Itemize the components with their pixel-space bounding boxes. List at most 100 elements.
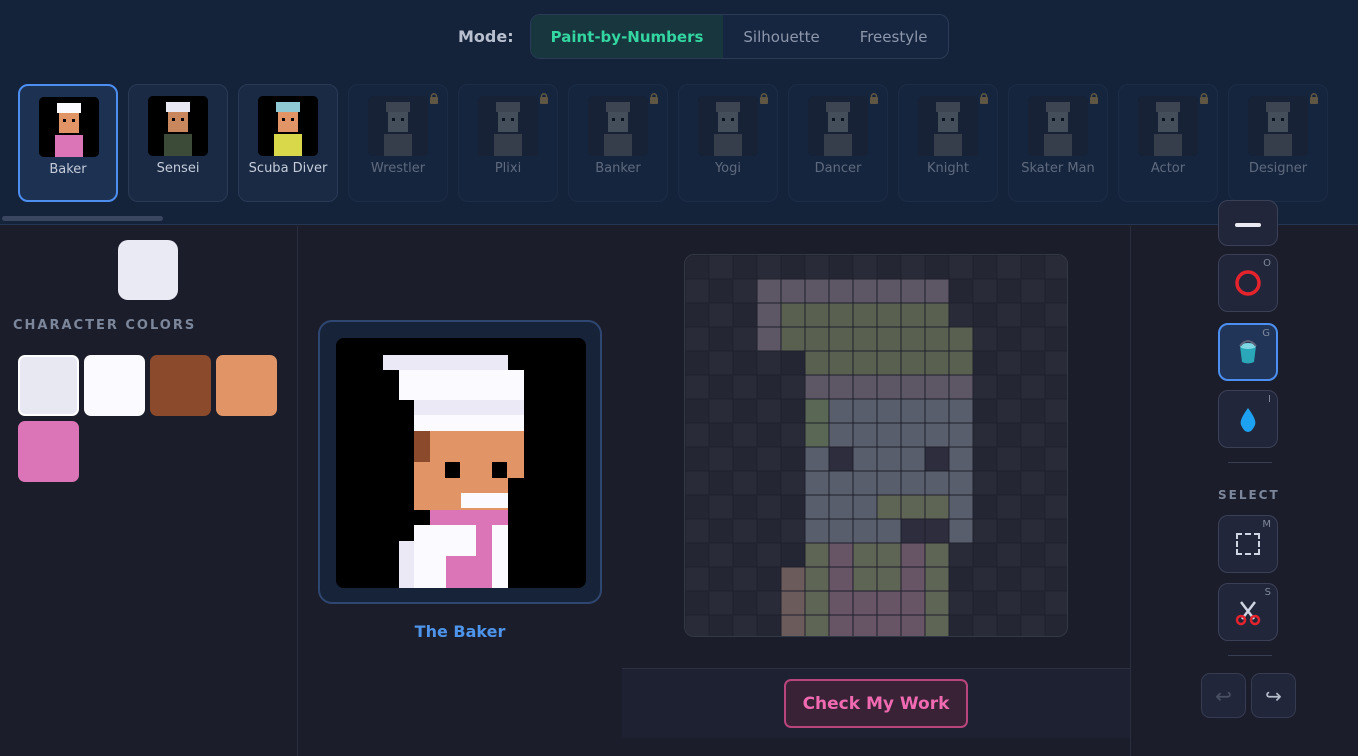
canvas-cell[interactable]	[877, 255, 901, 279]
canvas-cell[interactable]	[733, 471, 757, 495]
canvas-cell[interactable]	[709, 399, 733, 423]
canvas-cell[interactable]	[1021, 567, 1045, 591]
canvas-cell[interactable]	[1045, 303, 1068, 327]
canvas-cell[interactable]	[685, 615, 709, 637]
tool-marquee[interactable]: M	[1218, 515, 1278, 573]
character-card[interactable]: Dancer	[788, 84, 888, 202]
canvas-cell[interactable]	[973, 423, 997, 447]
canvas-cell[interactable]	[1021, 303, 1045, 327]
drawing-canvas[interactable]	[684, 254, 1068, 637]
canvas-cell[interactable]	[757, 447, 781, 471]
canvas-cell[interactable]	[709, 351, 733, 375]
canvas-cell[interactable]	[1021, 399, 1045, 423]
canvas-cell[interactable]	[1045, 615, 1068, 637]
canvas-cell[interactable]	[1045, 255, 1068, 279]
canvas-cell[interactable]	[997, 519, 1021, 543]
canvas-cell[interactable]	[757, 471, 781, 495]
canvas-cell[interactable]	[709, 375, 733, 399]
canvas-cell[interactable]	[709, 495, 733, 519]
canvas-cell[interactable]	[997, 279, 1021, 303]
canvas-cell[interactable]	[925, 447, 949, 471]
canvas-cell[interactable]	[757, 495, 781, 519]
canvas-cell[interactable]	[709, 447, 733, 471]
canvas-cell[interactable]	[997, 375, 1021, 399]
canvas-cell[interactable]	[781, 519, 805, 543]
canvas-cell[interactable]	[733, 351, 757, 375]
character-card[interactable]: Actor	[1118, 84, 1218, 202]
canvas-cell[interactable]	[973, 543, 997, 567]
canvas-cell[interactable]	[949, 255, 973, 279]
canvas-cell[interactable]	[685, 255, 709, 279]
canvas-cell[interactable]	[757, 399, 781, 423]
canvas-cell[interactable]	[997, 351, 1021, 375]
tool-cut[interactable]: S	[1218, 583, 1278, 641]
canvas-cell[interactable]	[1045, 471, 1068, 495]
canvas-cell[interactable]	[709, 471, 733, 495]
canvas-cell[interactable]	[781, 423, 805, 447]
canvas-cell[interactable]	[1045, 591, 1068, 615]
canvas-cell[interactable]	[949, 279, 973, 303]
palette-swatch[interactable]	[18, 421, 79, 482]
character-card[interactable]: Banker	[568, 84, 668, 202]
canvas-cell[interactable]	[685, 423, 709, 447]
canvas-cell[interactable]	[733, 327, 757, 351]
canvas-cell[interactable]	[781, 495, 805, 519]
canvas-cell[interactable]	[1045, 375, 1068, 399]
canvas-cell[interactable]	[925, 255, 949, 279]
canvas-cell[interactable]	[949, 543, 973, 567]
canvas-cell[interactable]	[853, 255, 877, 279]
canvas-cell[interactable]	[997, 543, 1021, 567]
canvas-cell[interactable]	[1021, 279, 1045, 303]
canvas-cell[interactable]	[949, 591, 973, 615]
canvas-cell[interactable]	[1045, 399, 1068, 423]
canvas-cell[interactable]	[949, 567, 973, 591]
character-card[interactable]: Plixi	[458, 84, 558, 202]
canvas-cell[interactable]	[1021, 327, 1045, 351]
canvas-cell[interactable]	[997, 303, 1021, 327]
canvas-cell[interactable]	[805, 375, 973, 399]
canvas-cell[interactable]	[781, 303, 949, 327]
canvas-cell[interactable]	[733, 543, 757, 567]
canvas-cell[interactable]	[1045, 279, 1068, 303]
canvas-cell[interactable]	[973, 327, 997, 351]
canvas-cell[interactable]	[1045, 519, 1068, 543]
canvas-cell[interactable]	[1021, 495, 1045, 519]
canvas-cell[interactable]	[1021, 447, 1045, 471]
canvas-cell[interactable]	[949, 303, 973, 327]
mode-freestyle[interactable]: Freestyle	[840, 15, 948, 58]
canvas-cell[interactable]	[733, 495, 757, 519]
canvas-cell[interactable]	[757, 591, 781, 615]
canvas-cell[interactable]	[877, 495, 949, 519]
canvas-cell[interactable]	[709, 567, 733, 591]
canvas-cell[interactable]	[685, 399, 709, 423]
canvas-cell[interactable]	[685, 327, 709, 351]
canvas-cell[interactable]	[781, 471, 805, 495]
canvas-cell[interactable]	[805, 543, 829, 637]
canvas-cell[interactable]	[757, 255, 781, 279]
canvas-cell[interactable]	[1021, 543, 1045, 567]
canvas-cell[interactable]	[709, 279, 733, 303]
canvas-cell[interactable]	[973, 255, 997, 279]
check-my-work-button[interactable]: Check My Work	[784, 679, 968, 728]
canvas-cell[interactable]	[733, 399, 757, 423]
canvas-cell[interactable]	[685, 471, 709, 495]
character-card[interactable]: Knight	[898, 84, 998, 202]
palette-swatch[interactable]	[18, 355, 79, 416]
canvas-cell[interactable]	[973, 303, 997, 327]
canvas-cell[interactable]	[733, 447, 757, 471]
canvas-cell[interactable]	[709, 615, 733, 637]
canvas-cell[interactable]	[757, 543, 781, 567]
redo-button[interactable]: ↪	[1251, 673, 1296, 718]
canvas-cell[interactable]	[685, 303, 709, 327]
canvas-cell[interactable]	[1021, 375, 1045, 399]
character-card[interactable]: Skater Man	[1008, 84, 1108, 202]
canvas-cell[interactable]	[1021, 615, 1045, 637]
canvas-cell[interactable]	[997, 255, 1021, 279]
canvas-cell[interactable]	[733, 375, 757, 399]
canvas-cell[interactable]	[781, 447, 805, 471]
canvas-cell[interactable]	[781, 255, 805, 279]
canvas-cell[interactable]	[1045, 495, 1068, 519]
canvas-cell[interactable]	[1045, 567, 1068, 591]
canvas-cell[interactable]	[781, 543, 805, 567]
canvas-cell[interactable]	[781, 567, 805, 637]
